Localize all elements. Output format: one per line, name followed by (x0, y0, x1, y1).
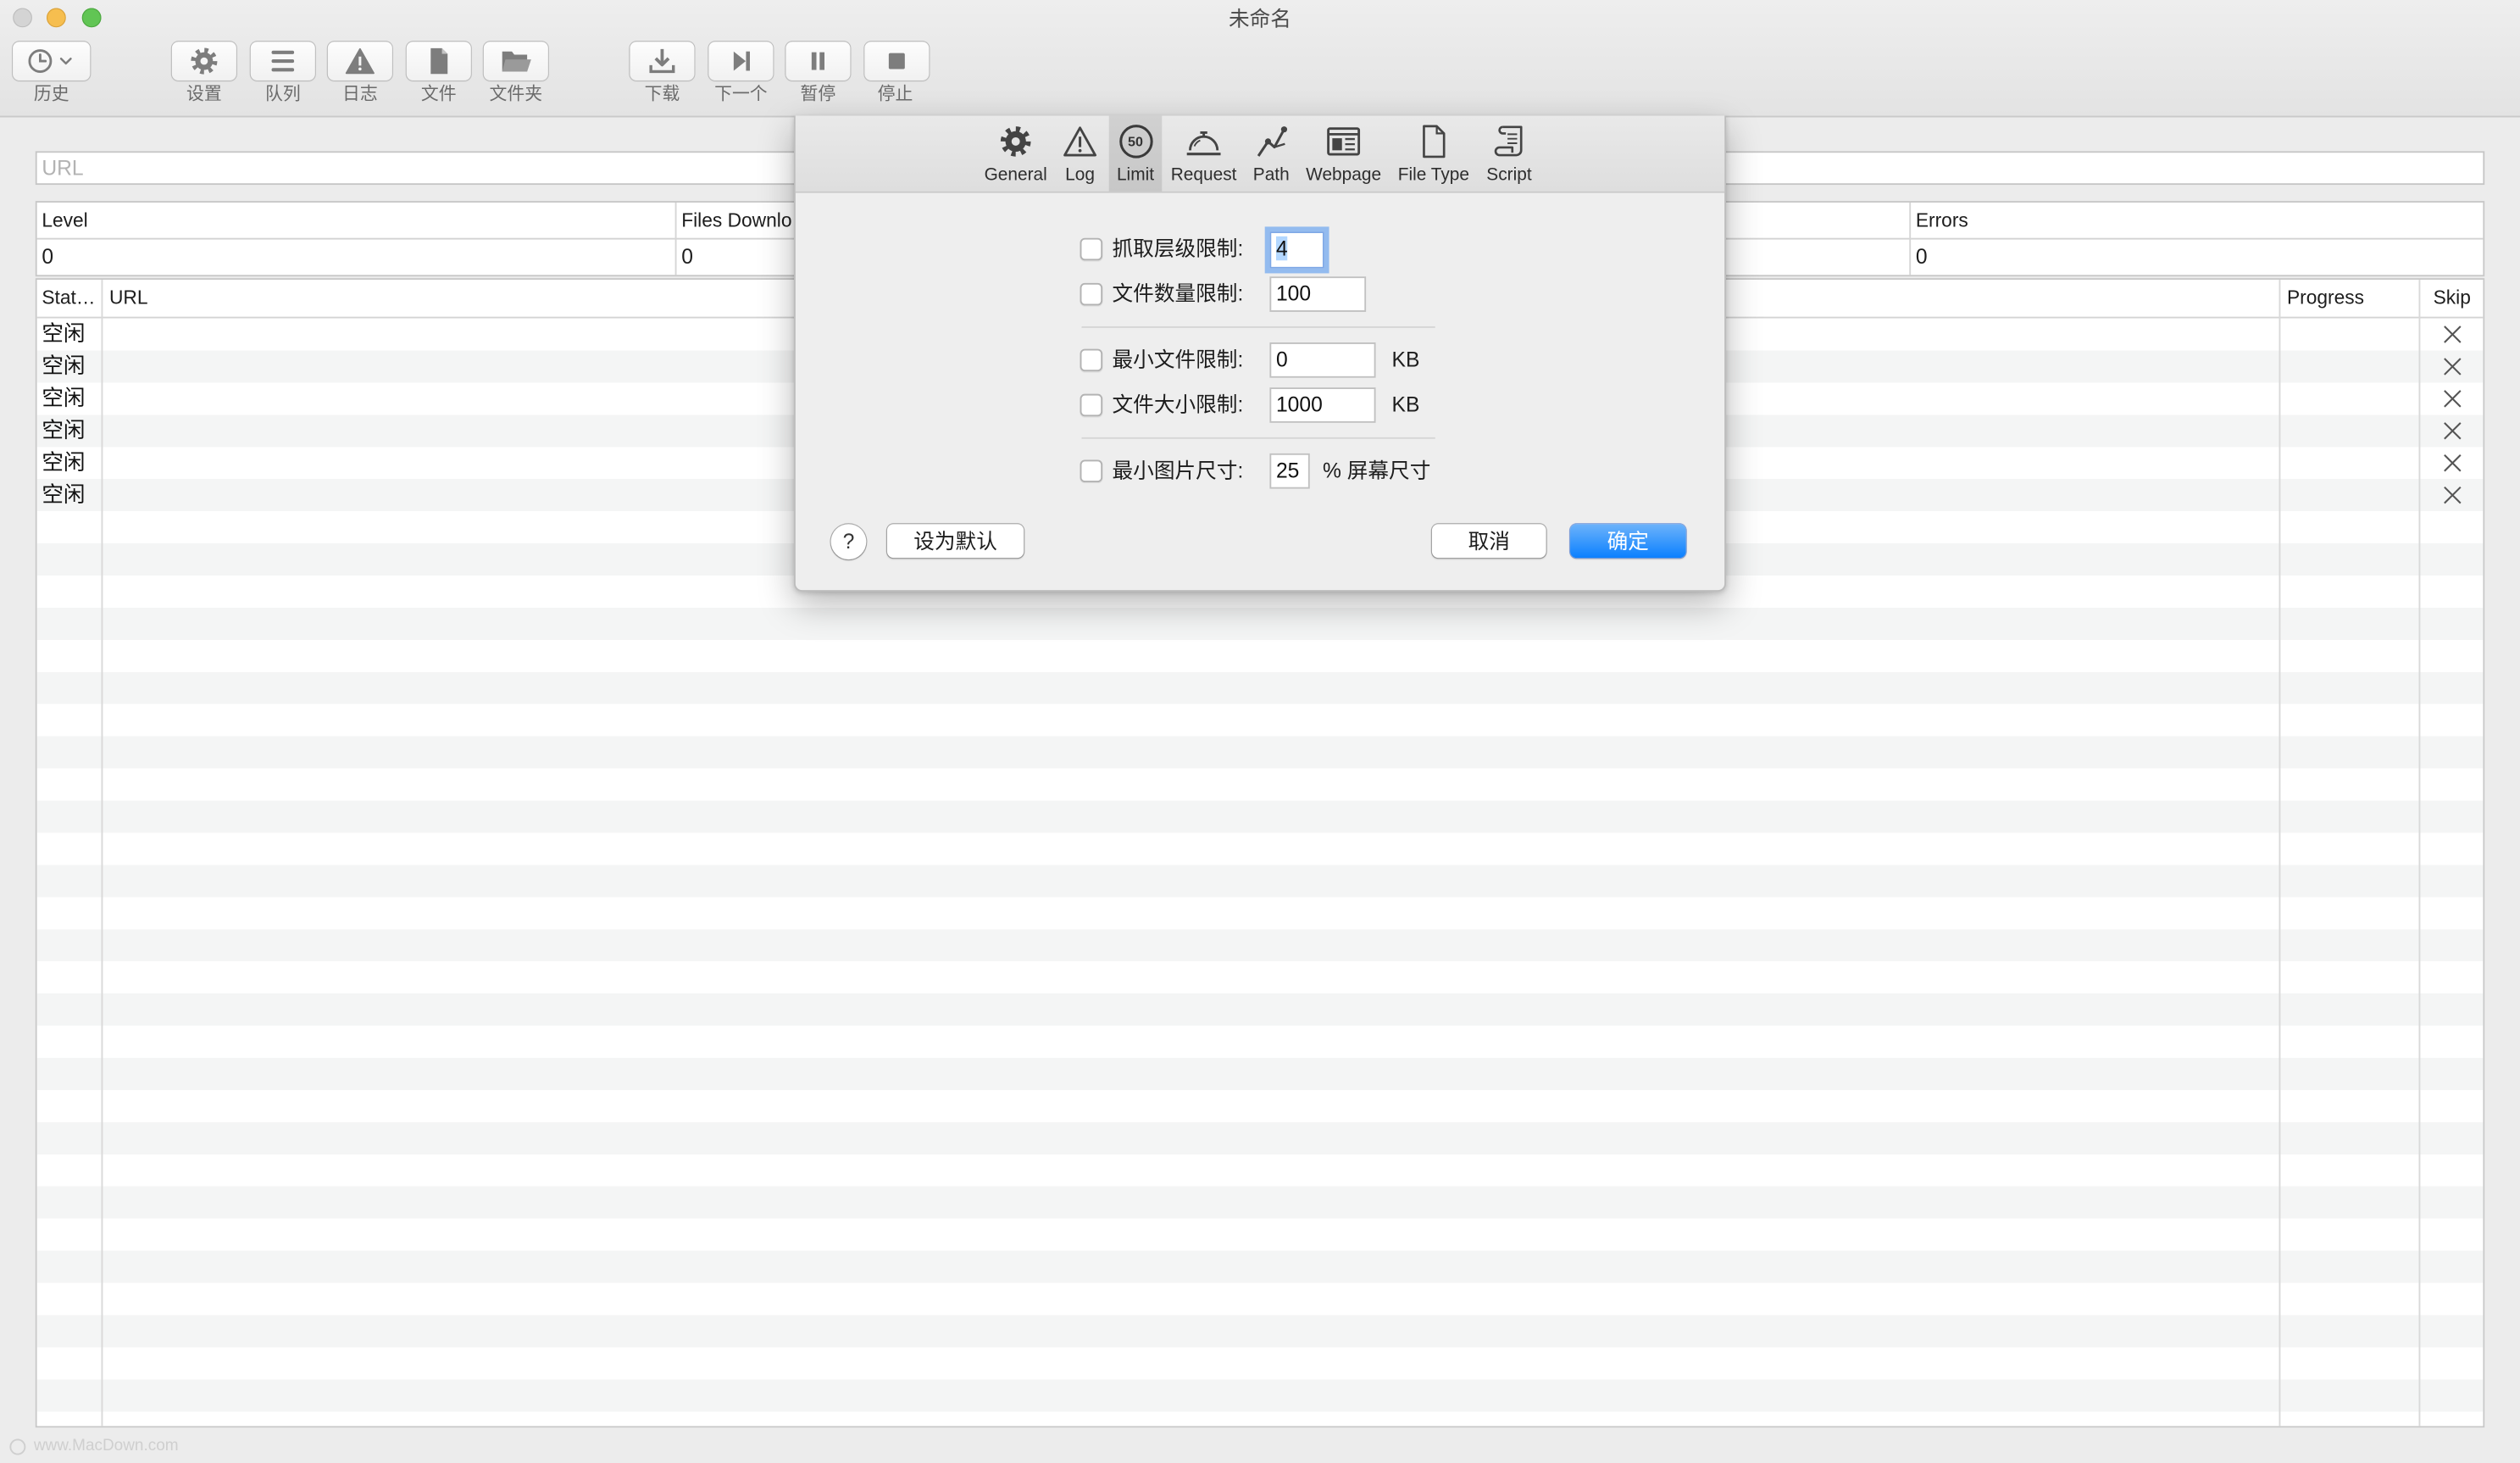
column-divider[interactable] (101, 280, 103, 1427)
crawl-depth-label: 抓取层级限制: (1112, 236, 1244, 261)
history-label: 历史 (33, 85, 69, 105)
column-header-status[interactable]: Stat… (42, 280, 95, 317)
separator (1081, 326, 1435, 328)
row-status: 空闲 (42, 418, 86, 442)
file-count-label: 文件数量限制: (1112, 281, 1244, 306)
help-button[interactable]: ? (830, 524, 867, 560)
max-file-size-checkbox[interactable] (1080, 393, 1103, 417)
folder-label: 文件夹 (489, 85, 543, 105)
list-icon (271, 50, 295, 72)
column-divider[interactable] (2279, 280, 2281, 1427)
stop-button[interactable] (864, 42, 930, 81)
max-file-size-unit: KB (1391, 392, 1420, 417)
close-icon[interactable] (2443, 453, 2462, 473)
file-button[interactable] (406, 42, 471, 81)
clock-icon (28, 49, 72, 74)
crawl-depth-input[interactable]: 4 (1269, 231, 1324, 269)
row-status: 空闲 (42, 482, 86, 507)
min-image-size-value: 25 (1275, 458, 1300, 483)
stats-value-files-downloaded: 0 (681, 244, 693, 269)
script-icon (1494, 125, 1523, 157)
cancel-button[interactable]: 取消 (1431, 524, 1546, 559)
pause-icon (811, 52, 824, 70)
row-status: 空闲 (42, 450, 86, 475)
stats-value-level: 0 (42, 244, 54, 269)
limit-badge: 50 (1128, 133, 1143, 150)
webpage-icon (1327, 127, 1361, 156)
path-icon (1257, 126, 1288, 157)
download-icon (649, 48, 675, 74)
stop-icon (888, 53, 905, 70)
min-file-size-input[interactable]: 0 (1269, 342, 1376, 378)
set-default-button[interactable]: 设为默认 (886, 524, 1024, 559)
window-title: 未命名 (1228, 6, 1291, 31)
ok-button[interactable]: 确定 (1570, 524, 1686, 559)
settings-button[interactable] (171, 42, 236, 81)
close-icon[interactable] (2443, 486, 2462, 505)
watermark-logo-icon (9, 1438, 26, 1455)
column-header-progress[interactable]: Progress (2287, 280, 2364, 317)
crawl-depth-checkbox[interactable] (1080, 237, 1103, 261)
min-image-size-input[interactable]: 25 (1269, 453, 1310, 489)
log-button[interactable] (327, 42, 392, 81)
max-file-size-label: 文件大小限制: (1112, 392, 1244, 417)
close-icon[interactable] (2443, 357, 2462, 376)
close-icon[interactable] (2443, 421, 2462, 441)
stats-header-errors[interactable]: Errors (1916, 203, 1968, 238)
min-image-size-checkbox[interactable] (1080, 459, 1103, 483)
close-icon[interactable] (2443, 325, 2462, 344)
gear-icon (1000, 126, 1031, 157)
file-count-checkbox[interactable] (1080, 282, 1103, 306)
file-count-input[interactable]: 100 (1269, 276, 1367, 312)
download-button[interactable] (630, 42, 695, 81)
crawl-depth-value: 4 (1275, 236, 1288, 261)
history-button[interactable] (13, 42, 91, 81)
folder-button[interactable] (483, 42, 548, 81)
window-toolbar: 未命名 历史 设置 队列 日志 文件 文件夹 下载 下一个 暂停 停止 (0, 0, 2520, 118)
column-header-skip[interactable]: Skip (2434, 280, 2471, 317)
stats-column-divider[interactable] (1909, 202, 1912, 275)
watermark-text: www.MacDown.com (33, 1437, 179, 1455)
document-icon (430, 47, 448, 75)
queue-button[interactable] (250, 42, 315, 81)
next-icon (733, 51, 750, 71)
tab-script[interactable]: Script (1480, 116, 1538, 192)
min-file-size-unit: KB (1391, 347, 1420, 372)
stats-value-errors: 0 (1915, 244, 1928, 269)
url-placeholder: URL (42, 155, 84, 181)
row-status: 空闲 (42, 321, 86, 346)
min-image-size-label: 最小图片尺寸: (1112, 458, 1244, 483)
preferences-tab-bar: General Log 50 Limit Request Path Webpag… (795, 115, 1725, 193)
stats-column-divider[interactable] (674, 202, 677, 275)
stats-header-files-downloaded[interactable]: Files Downlo (681, 203, 791, 238)
folder-icon (502, 51, 531, 72)
warning-icon (345, 47, 375, 75)
stop-label: 停止 (877, 85, 913, 105)
min-image-size-unit: % 屏幕尺寸 (1322, 458, 1431, 483)
warning-icon (1063, 126, 1097, 157)
min-file-size-checkbox[interactable] (1080, 348, 1103, 372)
row-status: 空闲 (42, 386, 86, 410)
preferences-sheet: General Log 50 Limit Request Path Webpag… (793, 115, 1727, 592)
next-button[interactable] (708, 42, 774, 81)
row-status: 空闲 (42, 353, 86, 378)
tab-script-label: Script (1486, 165, 1532, 186)
max-file-size-input[interactable]: 1000 (1269, 387, 1376, 423)
file-type-icon (1423, 125, 1446, 159)
min-file-size-value: 0 (1275, 347, 1288, 372)
pause-button[interactable] (785, 42, 851, 81)
stats-header-level[interactable]: Level (42, 203, 87, 238)
column-header-url[interactable]: URL (109, 280, 148, 317)
max-file-size-value: 1000 (1275, 392, 1323, 417)
column-divider[interactable] (2418, 280, 2421, 1427)
bell-icon (1186, 131, 1221, 156)
tab-webpage[interactable]: Webpage (1302, 116, 1385, 192)
file-count-value: 100 (1275, 281, 1312, 306)
separator (1081, 437, 1435, 439)
min-file-size-label: 最小文件限制: (1112, 347, 1244, 372)
close-icon[interactable] (2443, 389, 2462, 409)
chevron-down-icon (59, 57, 72, 65)
gear-icon (191, 47, 218, 75)
app-window: 未命名 历史 设置 队列 日志 文件 文件夹 下载 下一个 暂停 停止 URL … (0, 0, 2520, 1463)
